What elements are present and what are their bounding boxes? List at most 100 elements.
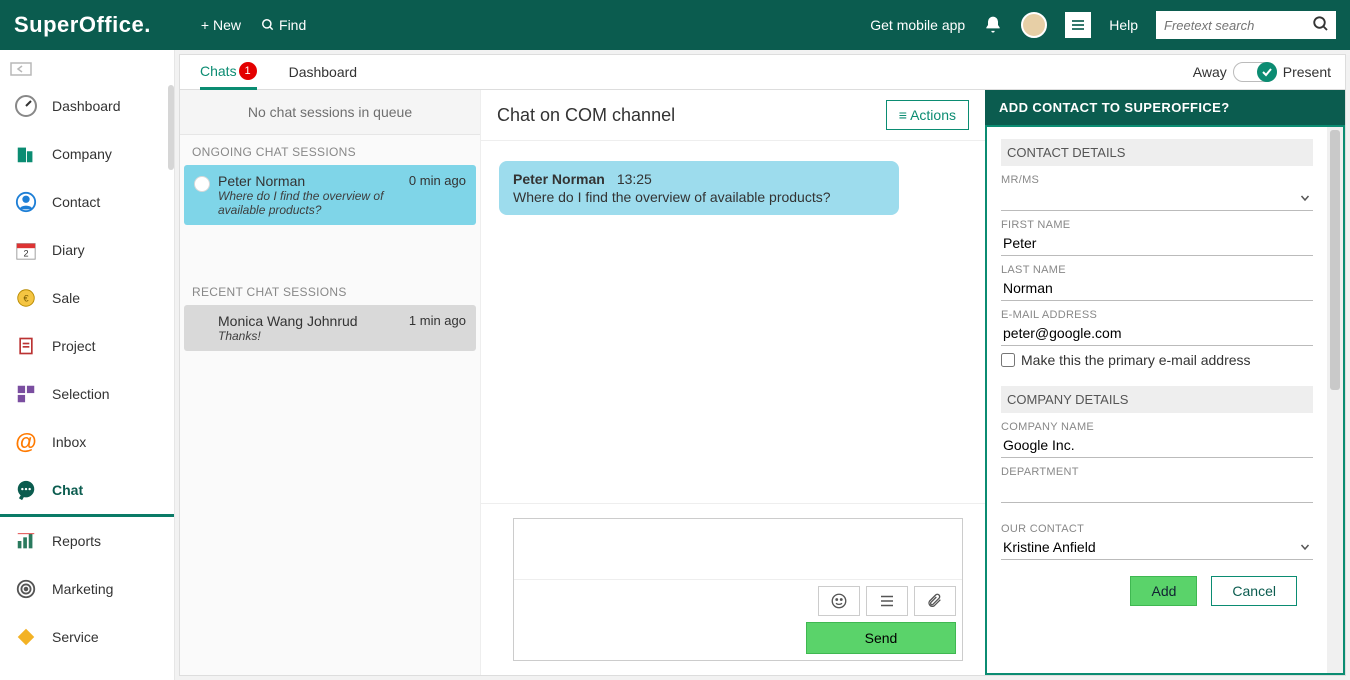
primary-email-label: Make this the primary e-mail address xyxy=(1021,352,1251,368)
building-icon xyxy=(14,142,38,166)
sidebar-item-reports[interactable]: Reports xyxy=(0,517,174,565)
bar-chart-icon xyxy=(14,529,38,553)
mrms-field[interactable] xyxy=(1001,186,1313,211)
session-name: Peter Norman xyxy=(218,173,401,189)
chevron-down-icon[interactable] xyxy=(1299,541,1311,553)
session-name: Monica Wang Johnrud xyxy=(218,313,401,329)
sidebar-item-inbox[interactable]: @Inbox xyxy=(0,418,174,466)
company-field[interactable] xyxy=(1001,433,1313,458)
composer-box: Send xyxy=(513,518,963,661)
search-icon xyxy=(261,18,275,32)
composer-input[interactable] xyxy=(514,519,962,579)
sidebar-item-sale[interactable]: € Sale xyxy=(0,274,174,322)
tab-dashboard[interactable]: Dashboard xyxy=(289,54,358,90)
recent-label: RECENT CHAT SESSIONS xyxy=(180,275,480,305)
message-author: Peter Norman xyxy=(513,171,605,187)
main: Chats 1 Dashboard Away Present No chat s… xyxy=(175,50,1350,680)
search-box xyxy=(1156,11,1336,39)
queue-hint: No chat sessions in queue xyxy=(180,90,480,135)
find-button[interactable]: Find xyxy=(261,17,306,33)
messages: Peter Norman 13:25 Where do I find the o… xyxy=(481,141,985,503)
tab-bar: Chats 1 Dashboard Away Present xyxy=(179,54,1346,90)
left-nav: Dashboard Company Contact 2 Diary € Sale P… xyxy=(0,50,175,680)
lastname-label: LAST NAME xyxy=(1001,264,1313,276)
find-label: Find xyxy=(279,17,306,33)
attach-button[interactable] xyxy=(914,586,956,616)
email-label: E-MAIL ADDRESS xyxy=(1001,309,1313,321)
sidebar-item-chat[interactable]: Chat xyxy=(0,466,174,517)
collapse-nav-button[interactable] xyxy=(0,56,174,82)
primary-email-checkbox[interactable] xyxy=(1001,353,1015,367)
sidebar-item-label: Marketing xyxy=(52,581,113,597)
cancel-button[interactable]: Cancel xyxy=(1211,576,1297,606)
help-link[interactable]: Help xyxy=(1109,17,1138,33)
sidebar-item-label: Inbox xyxy=(52,434,86,450)
avatar[interactable] xyxy=(1021,12,1047,38)
side-scrollbar[interactable] xyxy=(1327,127,1343,673)
presence-away-label: Away xyxy=(1193,64,1227,80)
chats-badge: 1 xyxy=(239,62,257,80)
sidebar-item-label: Sale xyxy=(52,290,80,306)
sidebar-item-contact[interactable]: Contact xyxy=(0,178,174,226)
sidebar-item-label: Chat xyxy=(52,482,83,498)
actions-button[interactable]: ≡ Actions xyxy=(886,100,969,130)
sidebar-item-marketing[interactable]: Marketing xyxy=(0,565,174,613)
sidebar-item-service[interactable]: Service xyxy=(0,613,174,661)
chat-session-recent[interactable]: Monica Wang Johnrud Thanks! 1 min ago xyxy=(184,305,476,351)
emoji-button[interactable] xyxy=(818,586,860,616)
plus-icon: + xyxy=(201,17,209,33)
presence-present-label: Present xyxy=(1283,64,1331,80)
panel-menu-button[interactable] xyxy=(1065,12,1091,38)
bell-icon[interactable] xyxy=(983,15,1003,35)
sidebar-item-label: Dashboard xyxy=(52,98,121,114)
chat-session-ongoing[interactable]: Peter Norman Where do I find the overvie… xyxy=(184,165,476,225)
content: Dashboard Company Contact 2 Diary € Sale P… xyxy=(0,50,1350,680)
person-icon xyxy=(14,190,38,214)
sidebar-item-dashboard[interactable]: Dashboard xyxy=(0,82,174,130)
sidebar-item-project[interactable]: Project xyxy=(0,322,174,370)
firstname-field[interactable] xyxy=(1001,231,1313,256)
sidebar-item-label: Reports xyxy=(52,533,101,549)
session-preview: Where do I find the overview of availabl… xyxy=(218,189,401,217)
sidebar-item-diary[interactable]: 2 Diary xyxy=(0,226,174,274)
our-contact-field[interactable] xyxy=(1001,535,1313,560)
coin-icon: € xyxy=(14,286,38,310)
chat-list: No chat sessions in queue ONGOING CHAT S… xyxy=(180,90,480,675)
composer: Send xyxy=(481,503,985,675)
workarea: No chat sessions in queue ONGOING CHAT S… xyxy=(179,90,1346,676)
sidebar-item-label: Diary xyxy=(52,242,85,258)
get-mobile-app-link[interactable]: Get mobile app xyxy=(870,17,965,33)
lastname-field[interactable] xyxy=(1001,276,1313,301)
send-button[interactable]: Send xyxy=(806,622,956,654)
contact-details-section: CONTACT DETAILS xyxy=(1001,139,1313,166)
sidebar-item-label: Contact xyxy=(52,194,100,210)
chevron-down-icon[interactable] xyxy=(1299,192,1311,204)
ongoing-label: ONGOING CHAT SESSIONS xyxy=(180,135,480,165)
new-label: New xyxy=(213,17,241,33)
mrms-label: MR/MS xyxy=(1001,174,1313,186)
our-contact-label: OUR CONTACT xyxy=(1001,523,1313,535)
hamburger-icon: ≡ xyxy=(899,107,907,123)
sidebar-item-selection[interactable]: Selection xyxy=(0,370,174,418)
sidebar-item-label: Service xyxy=(52,629,99,645)
sidebar-item-company[interactable]: Company xyxy=(0,130,174,178)
department-field[interactable] xyxy=(1001,478,1313,503)
new-button[interactable]: + New xyxy=(201,17,241,33)
tab-label: Chats xyxy=(200,63,237,79)
app-logo: SuperOffice. xyxy=(14,12,151,38)
tab-chats[interactable]: Chats 1 xyxy=(200,54,257,90)
search-input[interactable] xyxy=(1156,11,1336,39)
email-field[interactable] xyxy=(1001,321,1313,346)
presence-switch[interactable] xyxy=(1233,62,1277,82)
clipboard-icon xyxy=(14,334,38,358)
faq-button[interactable] xyxy=(866,586,908,616)
top-actions: + New Find xyxy=(201,17,306,33)
svg-text:2: 2 xyxy=(23,248,28,258)
add-button[interactable]: Add xyxy=(1130,576,1197,606)
search-icon[interactable] xyxy=(1312,15,1330,33)
message-time: 13:25 xyxy=(617,171,652,187)
firstname-label: FIRST NAME xyxy=(1001,219,1313,231)
paperclip-icon xyxy=(927,592,943,610)
side-body-wrap: CONTACT DETAILS MR/MS FIRST NAME LAST NA… xyxy=(985,125,1345,675)
lines-icon xyxy=(878,592,896,610)
